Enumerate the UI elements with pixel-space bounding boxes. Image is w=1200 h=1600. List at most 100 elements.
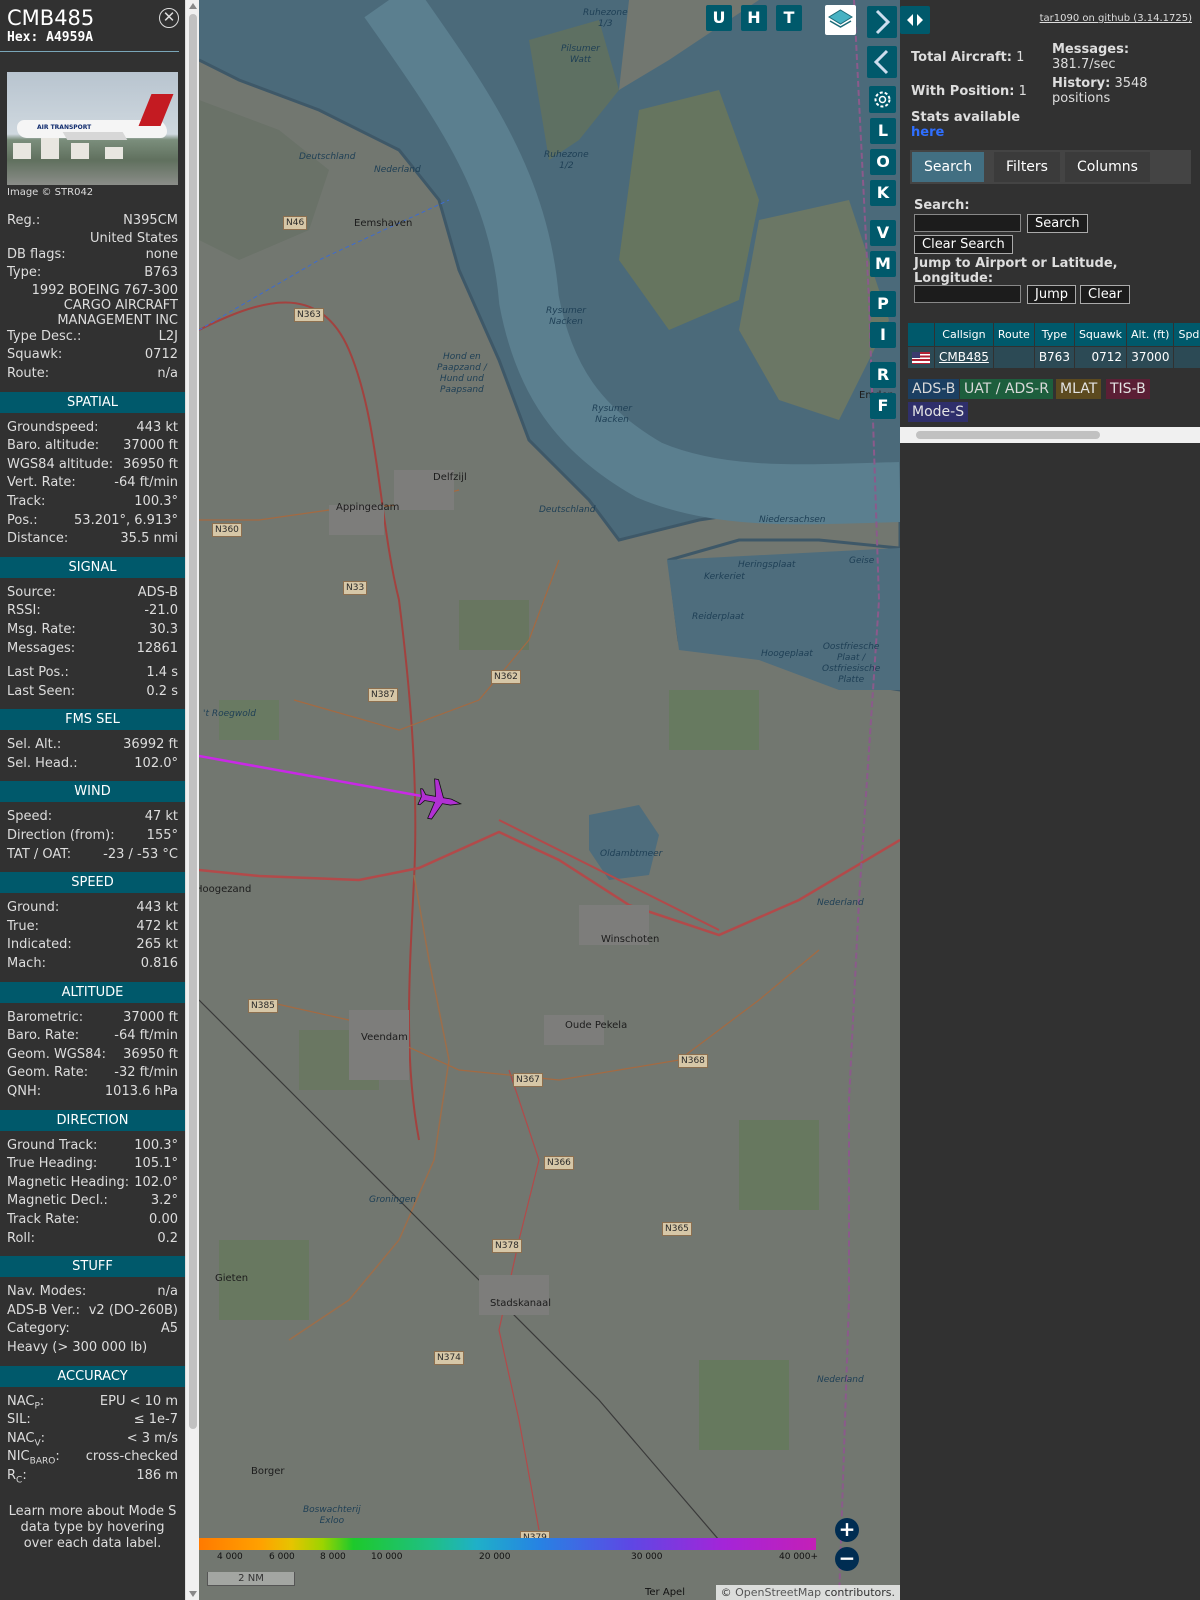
table-cell-route	[993, 345, 1035, 368]
table-header-row: CallsignRouteTypeSquawkAlt. (ft)Spd.	[908, 323, 1200, 346]
detail-value: 102.0°	[134, 1174, 178, 1190]
column-type[interactable]: Type	[1034, 323, 1075, 346]
detail-row-track-rate: Track Rate: 0.00	[7, 1211, 178, 1230]
detail-label: WGS84 altitude:	[7, 456, 114, 472]
scroll-up-icon[interactable]	[189, 3, 197, 9]
color-tick-20-000: 20 000	[479, 1552, 511, 1562]
callsign-link[interactable]: CMB485	[939, 350, 989, 364]
label-boswachterij-exloo: Boswachterij Exloo	[303, 1505, 361, 1526]
stat-history-unit: positions	[1052, 91, 1111, 106]
source-badge-mode-s: Mode-S	[908, 402, 969, 422]
osm-link[interactable]: OpenStreetMap	[735, 1586, 821, 1599]
label-heringsplaat: Heringsplaat	[738, 560, 796, 570]
stat-history: History: 3548 positions	[1052, 76, 1148, 106]
road-n374: N374	[434, 1351, 464, 1365]
map-attribution[interactable]: © OpenStreetMap contributors.	[715, 1585, 900, 1600]
map-base	[199, 0, 900, 1600]
map-view[interactable]: Delfzijl Appingedam Winschoten Oude Pekela V…	[199, 0, 900, 1600]
search-input[interactable]	[914, 214, 1021, 232]
button-u[interactable]: U	[706, 5, 732, 31]
detail-row-ground-track: Ground Track: 100.3°	[7, 1137, 178, 1156]
button-h[interactable]: H	[741, 5, 767, 31]
jump-button[interactable]: Jump	[1027, 285, 1076, 304]
expand-right-button[interactable]	[867, 6, 897, 38]
detail-label: Magnetic Heading:	[7, 1174, 130, 1190]
detail-value: 265 kt	[136, 937, 178, 953]
tab-filters[interactable]: Filters	[994, 152, 1060, 182]
clear-search-button[interactable]: Clear Search	[914, 235, 1013, 254]
button-r[interactable]: R	[870, 362, 896, 388]
detail-row-groundspeed: Groundspeed: 443 kt	[7, 419, 178, 438]
button-p[interactable]: P	[870, 291, 896, 317]
toggle-sidebar-button[interactable]	[900, 6, 930, 34]
detail-value: 443 kt	[136, 419, 178, 435]
github-link[interactable]: tar1090 on github (3.14.1725)	[1040, 13, 1192, 24]
arrows-horizontal-icon	[907, 14, 923, 26]
zoom-in-button[interactable]: +	[835, 1518, 859, 1542]
column-route[interactable]: Route	[993, 323, 1035, 346]
column-spd[interactable]: Spd.	[1173, 323, 1200, 346]
table-horizontal-scrollbar[interactable]	[900, 427, 1200, 443]
stat-total-aircraft-label: Total Aircraft:	[911, 50, 1012, 65]
detail-label: Groundspeed:	[7, 419, 99, 435]
stat-messages-label: Messages:	[1052, 42, 1130, 57]
layers-button[interactable]	[825, 5, 856, 35]
table-cell-spd	[1173, 345, 1200, 368]
detail-row-source: Source: ADS-B	[7, 584, 178, 603]
button-i[interactable]: I	[870, 322, 896, 348]
detail-label-sub: C	[16, 1475, 23, 1486]
column-alt-ft[interactable]: Alt. (ft)	[1126, 323, 1175, 346]
tab-search[interactable]: Search	[912, 152, 985, 182]
button-o[interactable]: O	[870, 149, 896, 175]
column-callsign[interactable]: Callsign	[934, 323, 994, 346]
detail-value: -23 / -53 °C	[103, 846, 178, 862]
column-squawk[interactable]: Squawk	[1074, 323, 1128, 346]
hscroll-thumb[interactable]	[916, 431, 1100, 439]
search-button[interactable]: Search	[1027, 214, 1088, 233]
road-n367: N367	[513, 1073, 543, 1087]
close-icon[interactable]: ✕	[159, 8, 179, 28]
detail-value: n/a	[157, 365, 178, 381]
scroll-down-icon[interactable]	[189, 1591, 197, 1597]
detail-label: Last Pos.:	[7, 665, 69, 681]
button-m[interactable]: M	[870, 251, 896, 277]
stat-history-value: 3548	[1114, 76, 1148, 91]
label-ruhezone-1-3: Ruhezone 1/3	[583, 8, 628, 29]
button-t[interactable]: T	[776, 5, 802, 31]
detail-row-type-desc: Type Desc.: L2J	[7, 328, 178, 347]
detail-row-type: Type: B763	[7, 264, 178, 283]
tab-columns[interactable]: Columns	[1065, 152, 1150, 182]
detail-row-magnetic-heading: Magnetic Heading: 102.0°	[7, 1174, 178, 1193]
detail-label: Type Desc.:	[7, 328, 82, 344]
aircraft-photo[interactable]: AIR TRANSPORT	[7, 72, 178, 185]
clear-jump-button[interactable]: Clear	[1080, 285, 1130, 304]
info-scrollbar[interactable]	[185, 0, 199, 1600]
button-l[interactable]: L	[870, 118, 896, 144]
gear-icon	[874, 91, 891, 108]
stats-link[interactable]: here	[911, 125, 944, 140]
column-flag[interactable]	[908, 323, 935, 346]
registration-link[interactable]: N395CM	[123, 212, 178, 231]
settings-button[interactable]	[869, 86, 896, 113]
detail-row-indicated: Indicated: 265 kt	[7, 936, 178, 955]
detail-label: Squawk:	[7, 347, 63, 363]
detail-row-distance: Distance: 35.5 nmi	[7, 530, 178, 549]
detail-value: 1013.6 hPa	[104, 1084, 178, 1099]
label-reiderplaat: Reiderplaat	[692, 612, 745, 622]
jump-input[interactable]	[914, 285, 1021, 303]
collapse-left-button[interactable]	[867, 46, 897, 78]
button-v[interactable]: V	[870, 220, 896, 246]
detail-label: True Heading:	[7, 1156, 98, 1172]
button-f[interactable]: F	[870, 393, 896, 419]
photo-plane-tail	[138, 94, 174, 126]
table-body: CMB485 B763 0712 37000	[908, 345, 1200, 368]
photo-building	[105, 147, 123, 159]
label-oldambtmeer: Oldambtmeer	[600, 849, 663, 859]
label-deutschland: Deutschland	[539, 505, 596, 515]
table-row[interactable]: CMB485 B763 0712 37000	[908, 345, 1200, 368]
button-k[interactable]: K	[870, 180, 896, 206]
scrollbar-thumb[interactable]	[189, 14, 197, 1429]
detail-label: Ground:	[7, 900, 60, 916]
stats-label: Stats available	[911, 110, 1021, 125]
place-gieten: Gieten	[215, 1273, 249, 1284]
